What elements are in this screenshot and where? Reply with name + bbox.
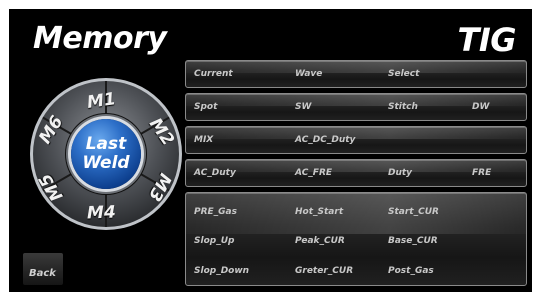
param-fre[interactable]: FRE [472,168,491,178]
last-weld-line2: Weld [82,153,130,173]
param-stitch[interactable]: Stitch [388,102,418,112]
param-ac-dc-duty[interactable]: AC_DC_Duty [295,135,355,145]
back-label: Back [29,268,56,279]
page-title: Memory [33,21,167,56]
param-row-mix[interactable]: MIX AC_DC_Duty [185,126,527,154]
param-sw[interactable]: SW [295,102,311,112]
param-panel-sequence: PRE_Gas Hot_Start Start_CUR Slop_Up Peak… [185,192,527,286]
last-weld-line1: Last [85,134,127,154]
param-dw[interactable]: DW [472,102,489,112]
mode-title: TIG [457,21,517,59]
param-slop-down[interactable]: Slop_Down [194,266,249,276]
back-button[interactable]: Back [23,253,63,285]
param-ac-duty[interactable]: AC_Duty [194,168,236,178]
param-row-ac-duty[interactable]: AC_Duty AC_FRE Duty FRE [185,159,527,187]
param-post-gas[interactable]: Post_Gas [388,266,434,276]
param-row-spot[interactable]: Spot SW Stitch DW [185,93,527,121]
param-spot[interactable]: Spot [194,102,217,112]
param-mix[interactable]: MIX [194,135,213,145]
memory-slot-m1[interactable]: M1 [86,89,117,113]
param-slop-up[interactable]: Slop_Up [194,236,234,246]
last-weld-button[interactable]: Last Weld [71,119,141,189]
param-base-cur[interactable]: Base_CUR [388,236,438,246]
param-start-cur[interactable]: Start_CUR [388,207,439,217]
param-pre-gas[interactable]: PRE_Gas [194,207,237,217]
param-select[interactable]: Select [388,69,419,79]
param-greter-cur[interactable]: Greter_CUR [295,266,353,276]
param-duty[interactable]: Duty [388,168,412,178]
param-hot-start[interactable]: Hot_Start [295,207,343,217]
memory-screen: Memory TIG M1 M2 M3 M4 M5 M6 Last Weld B… [9,9,532,292]
param-peak-cur[interactable]: Peak_CUR [295,236,345,246]
param-row-current[interactable]: Current Wave Select [185,60,527,88]
param-ac-fre[interactable]: AC_FRE [295,168,332,178]
memory-slot-m4[interactable]: M4 [87,203,116,224]
param-current[interactable]: Current [194,69,233,79]
memory-dial: M1 M2 M3 M4 M5 M6 Last Weld [29,77,183,231]
param-wave[interactable]: Wave [295,69,322,79]
